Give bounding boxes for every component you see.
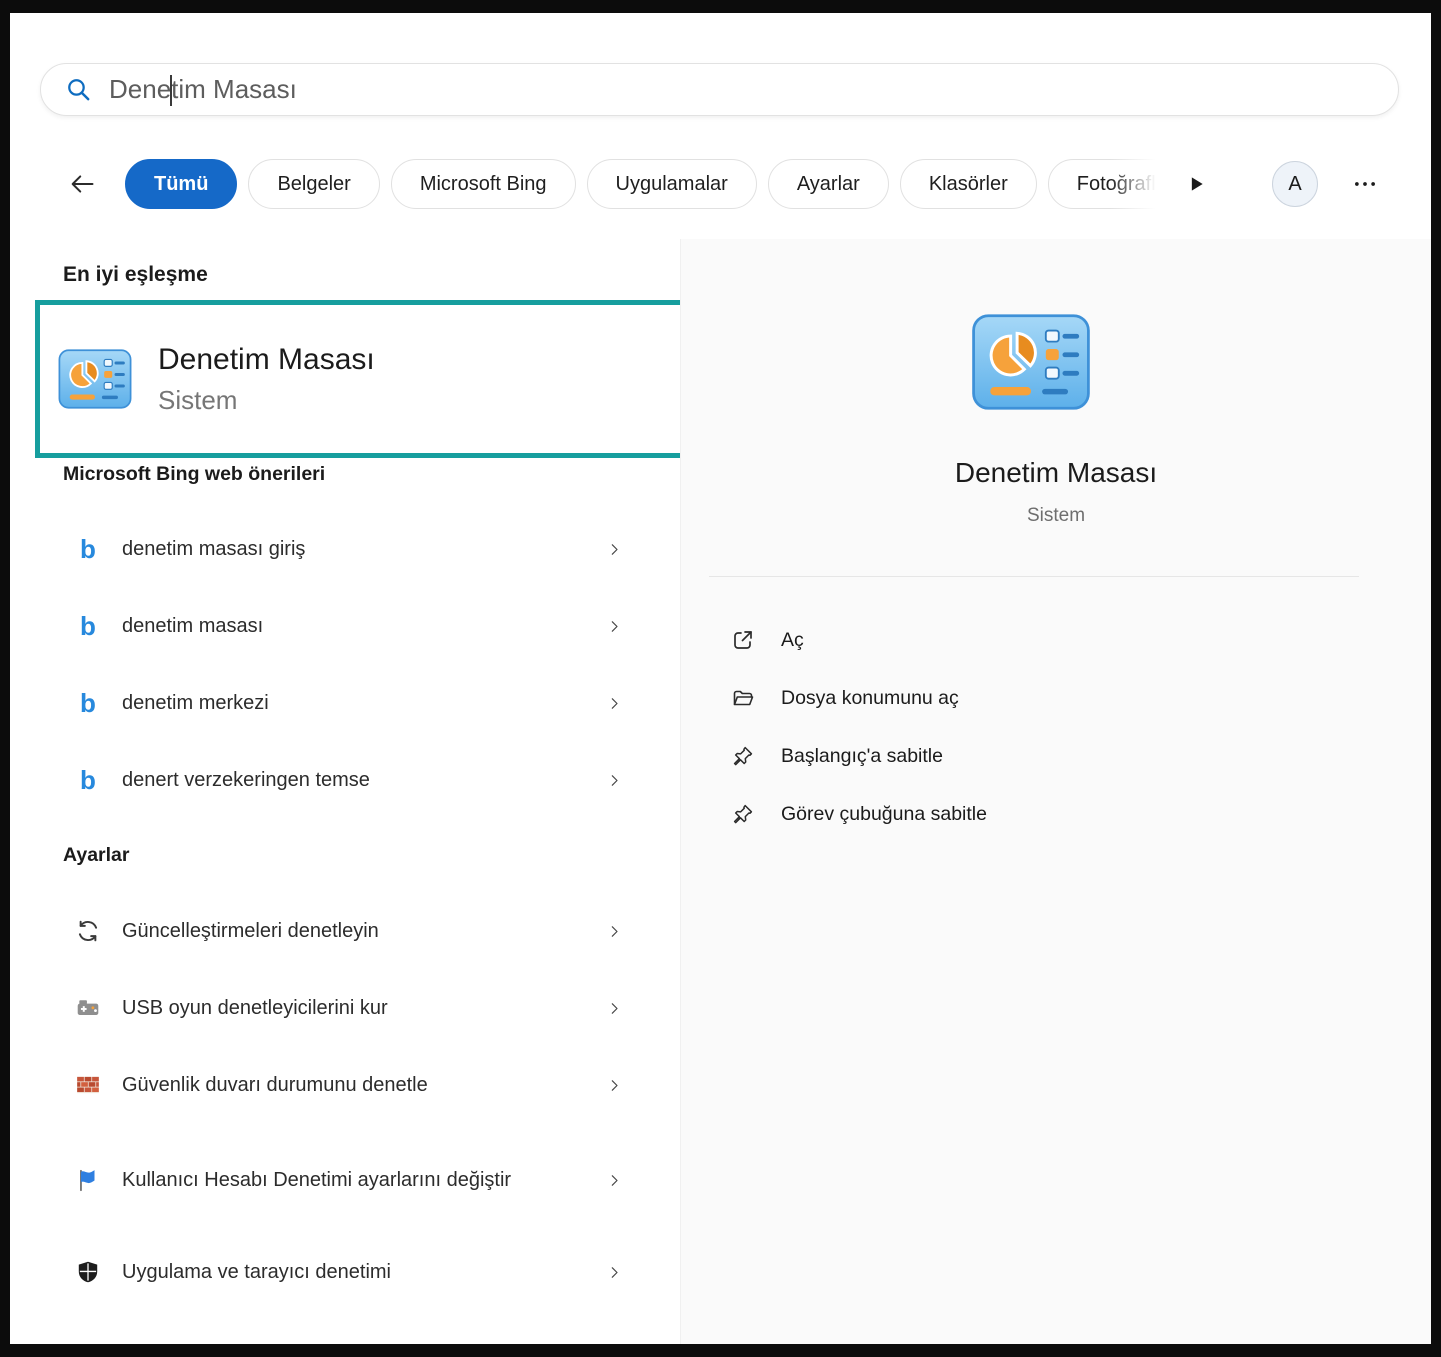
action-pin-to-taskbar[interactable]: Görev çubuğuna sabitle	[721, 785, 1381, 843]
settings-label: Güncelleştirmeleri denetleyin	[122, 920, 379, 943]
desktop-frame: Denetim Masası Tümü Belgeler Microsoft B…	[0, 0, 1441, 1357]
control-panel-icon	[58, 348, 132, 410]
chevron-right-icon	[607, 696, 622, 711]
chevron-right-button[interactable]	[600, 612, 628, 640]
folder-icon	[731, 686, 755, 710]
chevron-right-button[interactable]	[600, 1258, 628, 1286]
chevron-right-icon	[607, 924, 622, 939]
action-open-file-location[interactable]: Dosya konumunu aç	[721, 669, 1381, 727]
search-query-text: Denetim Masası	[109, 74, 297, 105]
tab-tumu[interactable]: Tümü	[125, 159, 237, 209]
chevron-right-icon	[607, 773, 622, 788]
bing-suggestion-row[interactable]: b denetim merkezi	[35, 673, 642, 733]
tab-klasorler[interactable]: Klasörler	[900, 159, 1037, 209]
pin-icon	[731, 802, 755, 826]
chevron-right-icon	[607, 542, 622, 557]
back-button[interactable]	[62, 167, 102, 201]
action-pin-to-start[interactable]: Başlangıç'a sabitle	[721, 727, 1381, 785]
bing-suggestion-row[interactable]: b denetim masası giriş	[35, 519, 642, 579]
action-label: Başlangıç'a sabitle	[781, 745, 943, 768]
text-cursor	[170, 75, 172, 106]
search-icon	[65, 76, 92, 103]
bing-suggestions-header: Microsoft Bing web önerileri	[63, 463, 325, 486]
preview-panel: Denetim Masası Sistem Aç Dosya konumunu …	[680, 239, 1431, 1344]
divider	[709, 576, 1359, 577]
filter-toolbar: Tümü Belgeler Microsoft Bing Uygulamalar…	[10, 157, 1431, 211]
settings-result-row[interactable]: Güvenlik duvarı durumunu denetle	[35, 1055, 642, 1115]
tab-uygulamalar[interactable]: Uygulamalar	[587, 159, 757, 209]
preview-title: Denetim Masası	[681, 457, 1431, 489]
chevron-right-icon	[607, 619, 622, 634]
settings-result-row[interactable]: USB oyun denetleyicilerini kur	[35, 978, 642, 1038]
settings-label: USB oyun denetleyicilerini kur	[122, 997, 388, 1020]
search-input[interactable]: Denetim Masası	[109, 64, 297, 115]
best-match-header: En iyi eşleşme	[63, 263, 208, 287]
chevron-right-icon	[607, 1078, 622, 1093]
play-icon	[1186, 174, 1206, 194]
best-match-result[interactable]: Denetim Masası Sistem	[35, 300, 757, 458]
chevron-right-icon	[607, 1001, 622, 1016]
filter-tabs: Tümü Belgeler Microsoft Bing Uygulamalar…	[125, 157, 1167, 211]
chevron-right-button[interactable]	[600, 535, 628, 563]
ellipsis-icon	[1352, 171, 1378, 197]
action-label: Görev çubuğuna sabitle	[781, 803, 987, 826]
uac-flag-icon	[73, 1165, 103, 1195]
action-open[interactable]: Aç	[721, 611, 1381, 669]
pin-icon	[731, 744, 755, 768]
bing-icon: b	[73, 688, 103, 718]
search-bar[interactable]: Denetim Masası	[40, 63, 1399, 116]
refresh-icon	[73, 916, 103, 946]
chevron-right-icon	[607, 1173, 622, 1188]
windows-search-window: Denetim Masası Tümü Belgeler Microsoft B…	[10, 13, 1431, 1344]
best-match-subtitle: Sistem	[158, 384, 375, 416]
action-label: Aç	[781, 629, 804, 652]
suggestion-label: denetim merkezi	[122, 692, 269, 715]
action-label: Dosya konumunu aç	[781, 687, 959, 710]
chevron-right-button[interactable]	[600, 994, 628, 1022]
chevron-right-button[interactable]	[600, 917, 628, 945]
chevron-right-button[interactable]	[600, 689, 628, 717]
tabs-scroll-right-button[interactable]	[1178, 169, 1214, 199]
best-match-text: Denetim Masası Sistem	[158, 342, 375, 416]
bing-icon: b	[73, 611, 103, 641]
settings-result-row[interactable]: Güncelleştirmeleri denetleyin	[35, 901, 642, 961]
back-arrow-icon	[68, 170, 96, 198]
suggestion-label: denetim masası giriş	[122, 538, 305, 561]
settings-result-row[interactable]: Uygulama ve tarayıcı denetimi	[35, 1242, 642, 1302]
settings-label: Kullanıcı Hesabı Denetimi ayarlarını değ…	[122, 1167, 562, 1194]
chevron-right-button[interactable]	[600, 766, 628, 794]
bing-icon: b	[73, 534, 103, 564]
tab-ayarlar[interactable]: Ayarlar	[768, 159, 889, 209]
settings-label: Uygulama ve tarayıcı denetimi	[122, 1261, 391, 1284]
settings-header: Ayarlar	[63, 844, 130, 867]
preview-actions: Aç Dosya konumunu aç Başlangıç'a sabitle…	[721, 611, 1381, 843]
preview-subtitle: Sistem	[681, 505, 1431, 527]
tab-belgeler[interactable]: Belgeler	[248, 159, 379, 209]
suggestion-label: denetim masası	[122, 615, 263, 638]
tab-fotograflar[interactable]: Fotoğraflar	[1048, 159, 1167, 209]
search-results-area: En iyi eşleşme Denetim Masası Sistem Mic…	[10, 239, 1431, 1344]
account-avatar[interactable]: A	[1272, 161, 1318, 207]
open-icon	[731, 628, 755, 652]
bing-suggestion-row[interactable]: b denert verzekeringen temse	[35, 750, 642, 810]
chevron-right-button[interactable]	[600, 1166, 628, 1194]
tab-microsoft-bing[interactable]: Microsoft Bing	[391, 159, 576, 209]
bing-icon: b	[73, 765, 103, 795]
firewall-icon	[73, 1070, 103, 1100]
chevron-right-button[interactable]	[600, 1071, 628, 1099]
settings-result-row[interactable]: Kullanıcı Hesabı Denetimi ayarlarını değ…	[35, 1138, 642, 1222]
bing-suggestion-row[interactable]: b denetim masası	[35, 596, 642, 656]
best-match-title: Denetim Masası	[158, 342, 375, 378]
chevron-right-icon	[607, 1265, 622, 1280]
more-options-button[interactable]	[1342, 166, 1388, 202]
suggestion-label: denert verzekeringen temse	[122, 769, 370, 792]
usb-controller-icon	[73, 993, 103, 1023]
settings-label: Güvenlik duvarı durumunu denetle	[122, 1074, 428, 1097]
control-panel-icon	[970, 312, 1092, 412]
security-shield-icon	[73, 1257, 103, 1287]
